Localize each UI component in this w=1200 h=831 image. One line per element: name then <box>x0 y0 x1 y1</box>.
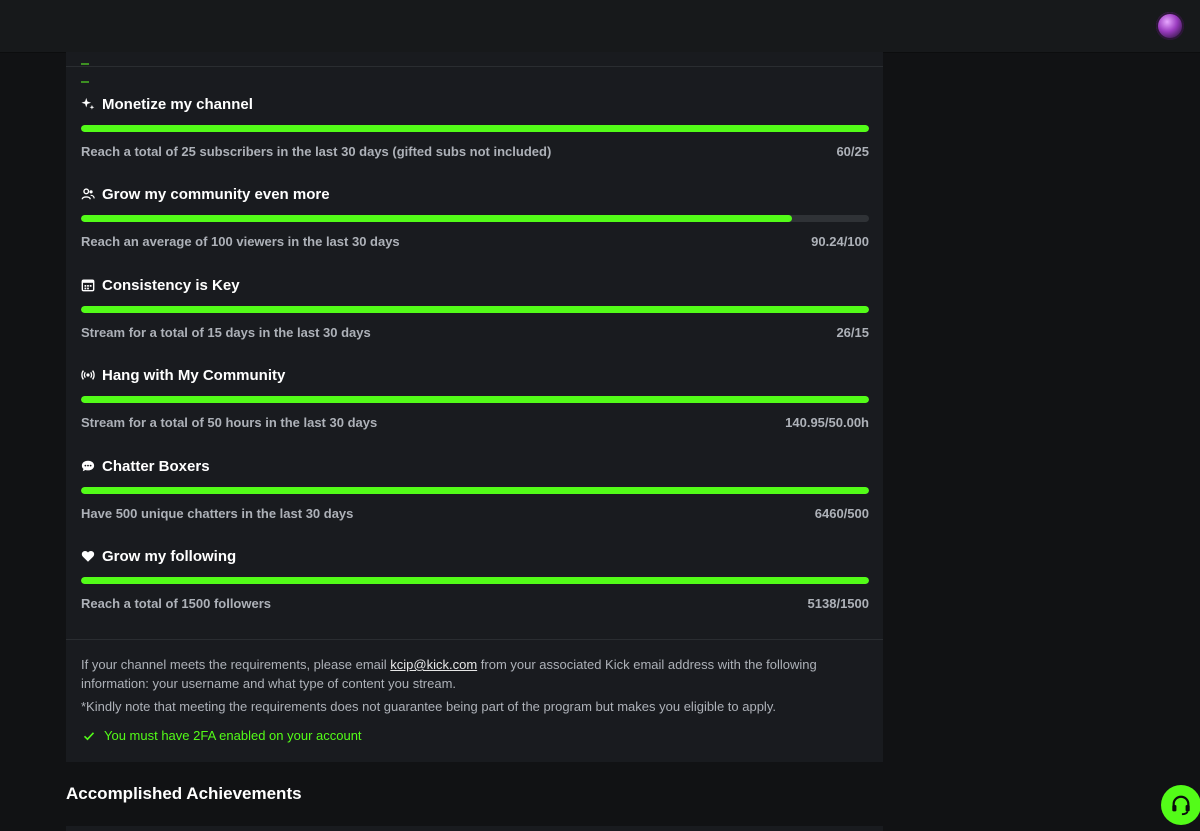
requirement-title: Monetize my channel <box>102 95 253 113</box>
instructions-text-before: If your channel meets the requirements, … <box>81 657 391 672</box>
progress-bar <box>81 215 869 222</box>
email-link[interactable]: kcip@kick.com <box>390 657 477 672</box>
requirement-description: Stream for a total of 50 hours in the la… <box>81 415 378 430</box>
requirement-description: Have 500 unique chatters in the last 30 … <box>81 506 354 521</box>
card-divider-bottom <box>66 639 883 640</box>
users-icon <box>81 187 95 201</box>
requirement-monetize: Monetize my channel Reach a total of 25 … <box>81 94 869 159</box>
requirement-title: Hang with My Community <box>102 366 286 384</box>
progress-bar <box>81 396 869 403</box>
progress-bar <box>81 125 869 132</box>
requirement-chatter-boxers: Chatter Boxers Have 500 unique chatters … <box>81 456 869 521</box>
top-navigation-bar <box>0 0 1200 52</box>
requirement-title: Grow my following <box>102 547 237 565</box>
requirement-title: Grow my community even more <box>102 185 330 203</box>
broadcast-icon <box>81 368 95 382</box>
achievements-card-edge <box>66 826 883 831</box>
application-instructions: If your channel meets the requirements, … <box>81 655 851 693</box>
progress-value: 90.24/100 <box>811 234 869 249</box>
progress-bar <box>81 487 869 494</box>
calendar-icon <box>81 278 95 292</box>
progress-bar <box>81 306 869 313</box>
progress-value: 26/15 <box>836 325 869 340</box>
help-button[interactable] <box>1161 785 1200 825</box>
progress-value: 5138/1500 <box>807 596 869 611</box>
user-avatar[interactable] <box>1156 12 1184 40</box>
progress-fill <box>81 577 869 584</box>
tfa-text: You must have 2FA enabled on your accoun… <box>104 728 362 743</box>
progress-bar <box>81 577 869 584</box>
requirement-grow-following: Grow my following Reach a total of 1500 … <box>81 546 869 611</box>
heart-icon <box>81 549 95 563</box>
progress-value: 60/25 <box>836 144 869 159</box>
requirement-grow-community: Grow my community even more Reach an ave… <box>81 184 869 249</box>
requirement-consistency: Consistency is Key Stream for a total of… <box>81 275 869 340</box>
progress-fill <box>81 306 869 313</box>
progress-fill <box>81 396 869 403</box>
requirement-title: Chatter Boxers <box>102 457 210 475</box>
requirements-card: Monetize my channel Reach a total of 25 … <box>66 52 883 762</box>
requirement-description: Reach a total of 1500 followers <box>81 596 272 611</box>
progress-fill <box>81 487 869 494</box>
progress-fill <box>81 215 793 222</box>
progress-fill <box>81 125 869 132</box>
partial-heading-icon <box>81 52 103 83</box>
chat-bubble-icon <box>81 459 95 473</box>
requirement-description: Stream for a total of 15 days in the las… <box>81 325 371 340</box>
requirement-description: Reach an average of 100 viewers in the l… <box>81 234 400 249</box>
requirement-hang-with-community: Hang with My Community Stream for a tota… <box>81 365 869 430</box>
accomplished-achievements-heading: Accomplished Achievements <box>66 784 302 803</box>
checkmark-icon <box>83 731 95 740</box>
progress-value: 140.95/50.00h <box>785 415 869 430</box>
eligibility-note: *Kindly note that meeting the requiremen… <box>81 699 776 714</box>
progress-value: 6460/500 <box>814 506 869 521</box>
card-divider-top <box>66 66 883 67</box>
sparkle-icon <box>81 97 95 111</box>
requirement-title: Consistency is Key <box>102 276 240 294</box>
requirement-description: Reach a total of 25 subscribers in the l… <box>81 144 552 159</box>
tfa-requirement: You must have 2FA enabled on your accoun… <box>83 728 362 743</box>
headset-icon <box>1172 795 1190 816</box>
